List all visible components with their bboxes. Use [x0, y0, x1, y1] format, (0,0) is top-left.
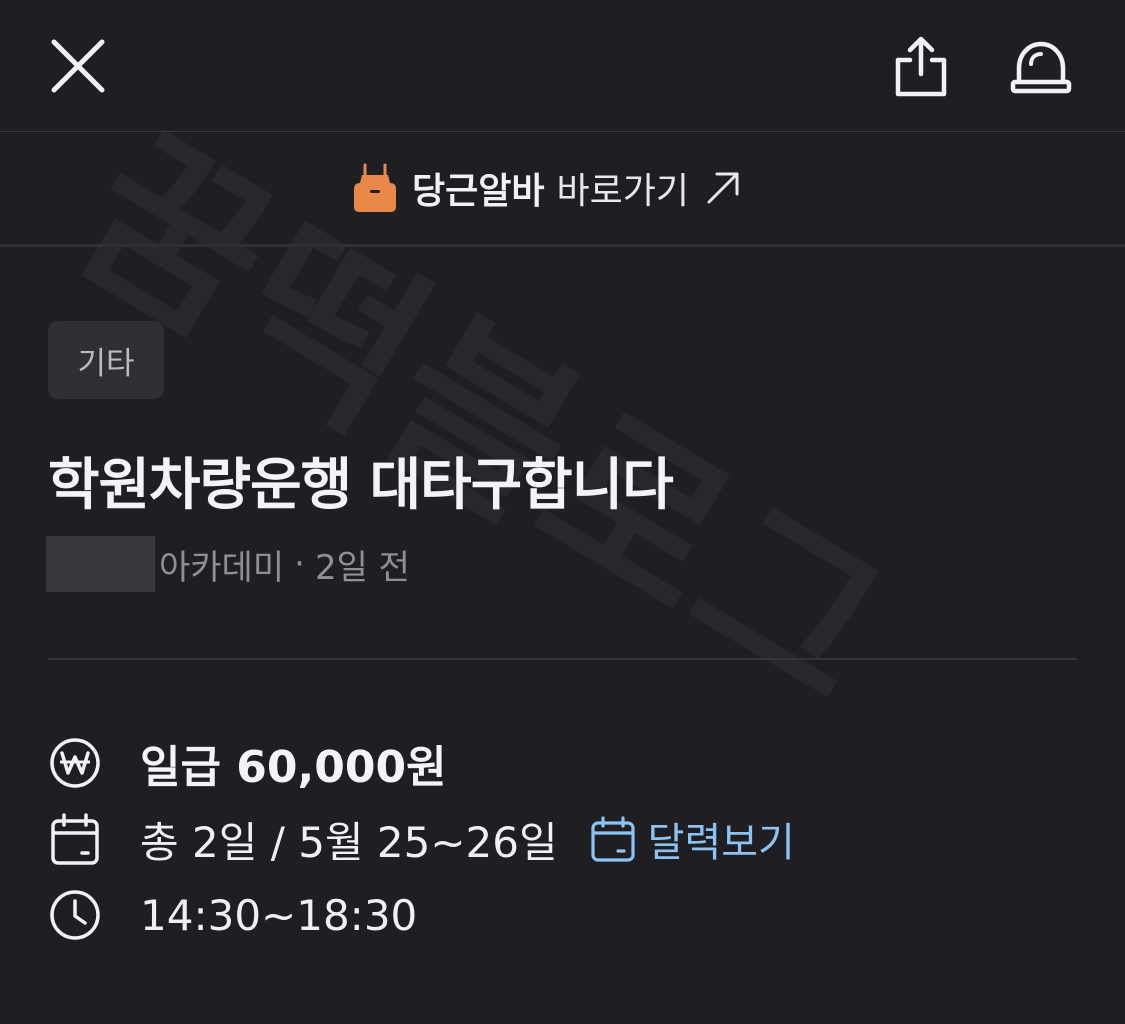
calendar-icon — [591, 816, 635, 862]
author-name: 아카데미 — [159, 547, 285, 588]
section-divider — [48, 658, 1077, 660]
post-meta: 아카데미 · 2일 전 — [46, 536, 410, 592]
posted-time: 2일 전 — [314, 547, 410, 588]
view-calendar-link[interactable]: 달력보기 — [590, 810, 795, 868]
dangeun-alba-shortcut-link[interactable]: 당근알바 바로가기 — [352, 158, 741, 218]
view-calendar-label: 달력보기 — [647, 820, 795, 866]
shortcut-brand: 당근알바 — [412, 171, 545, 212]
siren-icon — [1010, 41, 1072, 94]
post-title: 학원차량운행 대타구합니다 — [48, 453, 674, 518]
apron-icon — [354, 163, 396, 212]
wage-text: 일급 60,000원 — [140, 742, 447, 793]
wage-row: 일급 60,000원 — [48, 735, 447, 793]
arrow-up-right-icon — [707, 172, 739, 204]
won-icon — [50, 738, 100, 788]
close-button[interactable] — [48, 36, 108, 96]
top-bar — [0, 0, 1125, 132]
redacted-author-block — [46, 536, 155, 592]
share-button[interactable] — [888, 34, 954, 100]
clock-icon — [50, 890, 100, 940]
category-badge: 기타 — [48, 321, 164, 399]
time-text: 14:30~18:30 — [140, 890, 418, 940]
date-row: 총 2일 / 5월 25~26일 달력보기 — [48, 811, 795, 867]
shortcut-bar: 당근알바 바로가기 — [0, 132, 1125, 247]
report-button[interactable] — [1008, 36, 1074, 98]
time-row: 14:30~18:30 — [48, 887, 417, 943]
date-text: 총 2일 / 5월 25~26일 — [140, 817, 558, 867]
meta-separator: · — [294, 544, 305, 584]
job-post-screen: 꿈떡블로그 — [0, 0, 1125, 1024]
shortcut-label: 바로가기 — [556, 171, 689, 212]
close-icon — [51, 39, 105, 93]
share-icon — [895, 36, 947, 97]
calendar-icon — [51, 813, 99, 865]
